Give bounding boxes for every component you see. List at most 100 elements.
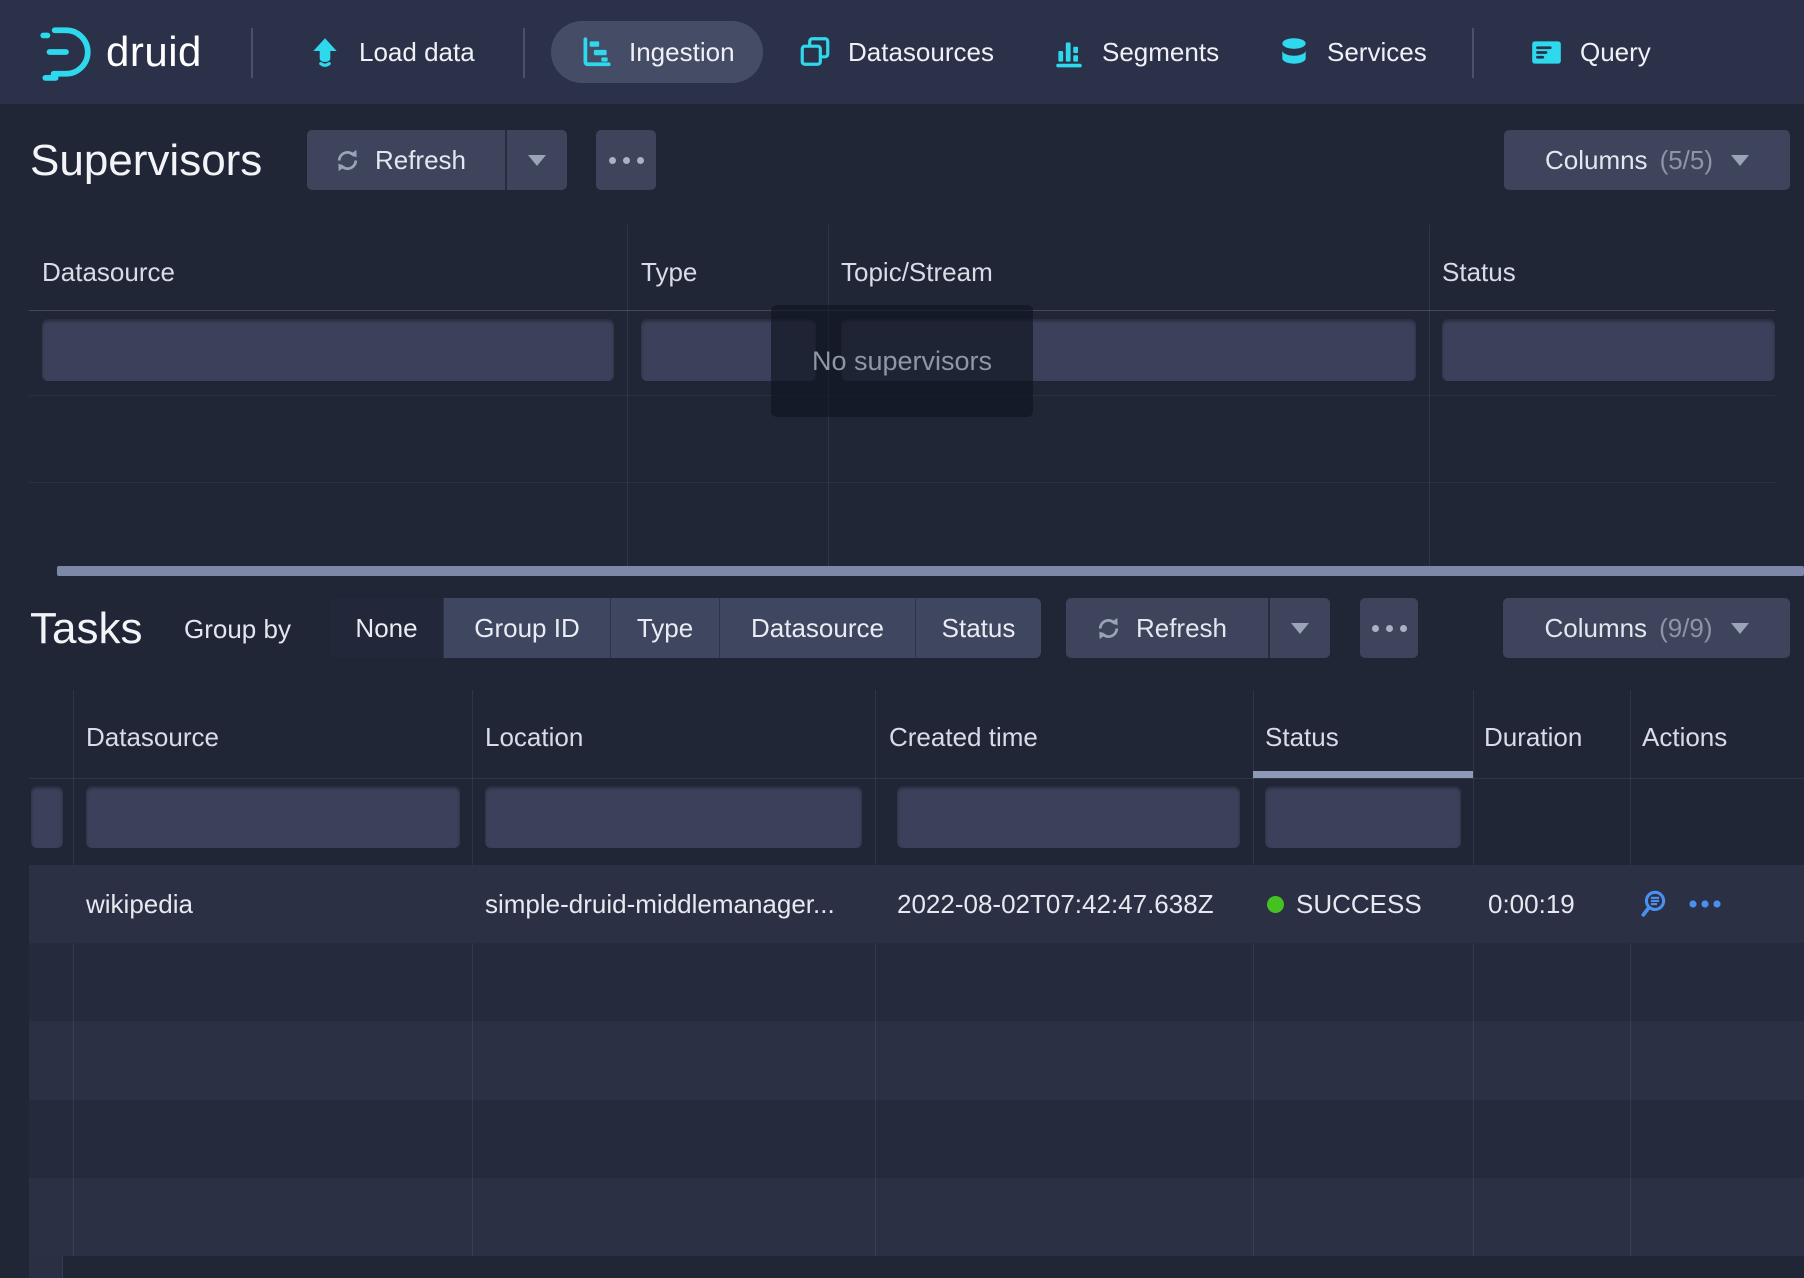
tasks-spacer-filter-input[interactable] (31, 786, 63, 848)
task-duration-cell: 0:00:19 (1488, 865, 1575, 943)
tasks-header-datasource[interactable]: Datasource (86, 722, 219, 753)
tasks-created-time-filter-input[interactable] (897, 786, 1240, 848)
nav-load-data[interactable]: Load data (307, 0, 475, 104)
group-by-status-button[interactable]: Status (915, 598, 1041, 658)
no-supervisors-message: No supervisors (771, 305, 1033, 417)
supervisors-refresh-dropdown-button[interactable] (505, 130, 567, 190)
group-by-type-button[interactable]: Type (610, 598, 719, 658)
group-by-label: Group by (184, 614, 291, 645)
supervisors-status-filter-input[interactable] (1442, 319, 1775, 381)
supervisors-header-datasource[interactable]: Datasource (42, 257, 175, 288)
column-divider (627, 225, 628, 568)
supervisors-horizontal-scrollbar[interactable] (57, 566, 1804, 576)
supervisors-more-button[interactable] (596, 130, 656, 190)
tasks-location-filter-input[interactable] (485, 786, 862, 848)
column-divider (1429, 225, 1430, 568)
top-nav: druid Load data (0, 0, 1804, 104)
table-row (29, 1100, 1804, 1178)
tasks-refresh-split-button: Refresh (1066, 598, 1330, 658)
tasks-title: Tasks (30, 604, 142, 654)
query-icon (1529, 35, 1564, 69)
chevron-down-icon (528, 155, 546, 166)
supervisors-refresh-split-button: Refresh (307, 130, 567, 190)
group-by-group-id-button[interactable]: Group ID (443, 598, 610, 658)
supervisors-datasource-filter-input[interactable] (42, 319, 614, 381)
tasks-more-button[interactable] (1360, 598, 1418, 658)
tasks-header-duration[interactable]: Duration (1484, 722, 1582, 753)
refresh-icon (334, 147, 361, 174)
tasks-columns-button[interactable]: Columns (9/9) (1503, 598, 1790, 658)
task-location-cell: simple-druid-middlemanager... (485, 865, 835, 943)
nav-divider (251, 28, 253, 78)
partial-row-sliver (29, 1256, 63, 1278)
table-row (29, 943, 1804, 1021)
brand[interactable]: druid (38, 0, 202, 104)
refresh-label: Refresh (375, 145, 466, 176)
nav-item-label: Query (1580, 37, 1651, 68)
tasks-header-actions[interactable]: Actions (1642, 722, 1727, 753)
nav-divider (1472, 28, 1474, 78)
more-icon (1372, 625, 1407, 632)
table-row (29, 1178, 1804, 1256)
task-status-cell: SUCCESS (1267, 865, 1422, 943)
task-row-wikipedia: wikipedia simple-druid-middlemanager... … (29, 865, 1804, 943)
refresh-label: Refresh (1136, 613, 1227, 644)
column-divider (1630, 690, 1631, 1256)
magnify-details-icon[interactable] (1639, 889, 1670, 920)
columns-count: (5/5) (1660, 145, 1713, 176)
row-divider (29, 482, 1775, 483)
nav-divider (523, 28, 525, 78)
supervisors-header-topic-stream[interactable]: Topic/Stream (841, 257, 993, 288)
supervisors-refresh-button[interactable]: Refresh (307, 130, 493, 190)
nav-ingestion[interactable]: Ingestion (551, 21, 763, 83)
upload-icon (307, 36, 343, 68)
segments-icon (1052, 35, 1086, 69)
nav-item-label: Load data (359, 37, 475, 68)
tasks-status-filter-input[interactable] (1265, 786, 1461, 848)
tasks-header-status[interactable]: Status (1265, 722, 1339, 753)
tasks-group-by-control: None Group ID Type Datasource Status (330, 598, 1041, 658)
columns-label: Columns (1544, 613, 1647, 644)
row-actions-more-icon[interactable] (1688, 899, 1722, 909)
tasks-refresh-dropdown-button[interactable] (1268, 598, 1330, 658)
tasks-header-location[interactable]: Location (485, 722, 583, 753)
nav-datasources[interactable]: Datasources (798, 0, 994, 104)
services-icon (1277, 35, 1311, 69)
columns-count: (9/9) (1659, 613, 1712, 644)
task-created-time-cell: 2022-08-02T07:42:47.638Z (897, 865, 1214, 943)
status-badge: SUCCESS (1296, 889, 1422, 920)
supervisors-table: Datasource Type Topic/Stream Status No s… (29, 225, 1775, 568)
column-divider (73, 690, 74, 1256)
nav-item-label: Ingestion (629, 37, 735, 68)
chevron-down-icon (1731, 623, 1749, 634)
tasks-table: Datasource Location Created time Status … (29, 690, 1804, 1256)
brand-name: druid (106, 28, 202, 76)
group-by-datasource-button[interactable]: Datasource (719, 598, 915, 658)
header-divider (29, 778, 1804, 779)
status-success-dot-icon (1267, 896, 1284, 913)
status-sort-indicator (1253, 771, 1473, 778)
tasks-header-created-time[interactable]: Created time (889, 722, 1038, 753)
column-divider (472, 690, 473, 1256)
supervisors-title: Supervisors (30, 136, 262, 186)
ingestion-icon (579, 35, 613, 69)
tasks-datasource-filter-input[interactable] (86, 786, 460, 848)
refresh-icon (1095, 615, 1122, 642)
table-row (29, 1021, 1804, 1100)
supervisors-header-type[interactable]: Type (641, 257, 697, 288)
supervisors-header-status[interactable]: Status (1442, 257, 1516, 288)
chevron-down-icon (1731, 155, 1749, 166)
nav-services[interactable]: Services (1277, 0, 1427, 104)
datasources-icon (798, 35, 832, 69)
nav-segments[interactable]: Segments (1052, 0, 1219, 104)
supervisors-columns-button[interactable]: Columns (5/5) (1504, 130, 1790, 190)
task-actions-cell (1639, 865, 1722, 943)
tasks-refresh-button[interactable]: Refresh (1066, 598, 1256, 658)
nav-query[interactable]: Query (1529, 0, 1651, 104)
chevron-down-icon (1291, 623, 1309, 634)
column-divider (875, 690, 876, 1256)
group-by-none-button[interactable]: None (330, 598, 443, 658)
druid-logo-icon (38, 23, 92, 81)
druid-console: druid Load data (0, 0, 1804, 1278)
more-icon (609, 157, 644, 164)
